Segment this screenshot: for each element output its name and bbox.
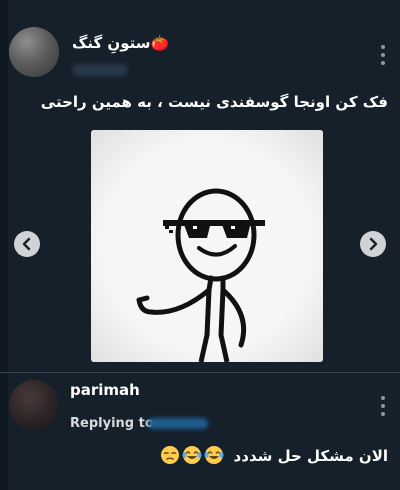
chevron-right-icon [369,237,378,251]
tweet-text: فک کن اونجا گوسفندی نیست ، به همین راحتی [40,93,388,111]
tears-of-joy-icon [182,446,202,464]
reply-text-body: الان مشکل حل شددد [233,447,388,465]
tweet-divider [0,372,400,373]
more-vertical-icon [381,396,385,400]
emoji-group [160,445,224,465]
unamused-face-icon [161,446,180,464]
replying-to-handle-blurred[interactable] [148,418,208,429]
reply-display-name[interactable]: parimah [70,381,140,399]
tears-of-joy-icon [204,446,224,464]
left-rail [0,0,8,490]
more-options-button[interactable] [380,396,386,416]
more-vertical-icon [381,45,385,49]
previous-image-button[interactable] [14,231,40,257]
reply-text: الان مشکل حل شددد [160,445,388,465]
avatar[interactable] [9,380,59,430]
avatar[interactable] [9,27,59,77]
next-image-button[interactable] [360,231,386,257]
tweet-image[interactable] [91,130,323,362]
replying-to-label: Replying to [70,416,154,431]
username-blurred[interactable] [72,64,128,76]
chevron-left-icon [22,237,31,251]
more-options-button[interactable] [380,45,386,65]
display-name[interactable]: ستونِ گنگ🍅 [72,34,169,52]
display-name-text: ستونِ گنگ🍅 [72,34,170,52]
meme-image-icon [91,130,323,362]
